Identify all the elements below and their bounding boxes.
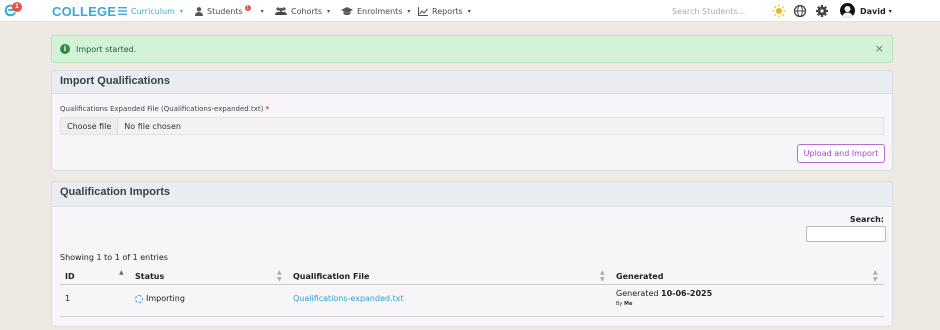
generated-prefix: Generated [616, 289, 659, 298]
required-mark: * [265, 105, 270, 113]
cell-id: 1 [65, 294, 71, 303]
gear-icon[interactable] [815, 4, 829, 18]
nav-students-label: Students [207, 6, 243, 16]
entries-info: Showing 1 to 1 of 1 entries [60, 253, 168, 262]
close-icon[interactable]: × [875, 43, 884, 55]
user-menu[interactable]: David ▾ [860, 0, 892, 22]
loading-spinner-icon [135, 294, 143, 303]
sun-icon[interactable] [772, 4, 786, 18]
qualification-file-link[interactable]: Qualifications-expanded.txt [293, 294, 404, 303]
generated-by-prefix: By [616, 301, 623, 307]
qualification-imports-card: Qualification Imports Search: Showing 1 … [51, 181, 893, 327]
nav-curriculum[interactable]: Curriculum ▾ [118, 0, 183, 22]
row-divider [60, 316, 884, 317]
nav-reports[interactable]: Reports ▾ [418, 0, 471, 22]
cell-status: Importing [135, 294, 185, 303]
logo-icon[interactable]: 1 [4, 2, 22, 18]
user-name: David [860, 6, 886, 16]
sort-icon: ▲ ▼ [873, 269, 878, 283]
chevron-down-icon: ▾ [888, 7, 892, 15]
chevron-down-icon: ▾ [467, 7, 471, 15]
file-name-text: No file chosen [124, 121, 181, 131]
graduation-cap-icon [341, 6, 353, 15]
choose-file-button[interactable]: Choose file [61, 118, 119, 134]
status-text: Importing [146, 294, 185, 303]
column-header-qualification-file[interactable]: Qualification File [293, 268, 369, 284]
info-icon: i [60, 44, 70, 54]
nav-curriculum-label: Curriculum [131, 6, 175, 16]
student-search-input[interactable] [672, 3, 760, 19]
file-input[interactable]: Choose file No file chosen [60, 117, 884, 135]
menu-icon [118, 7, 127, 15]
column-header-label: Qualification File [293, 271, 370, 281]
nav-cohorts[interactable]: Cohorts ▾ [275, 0, 330, 22]
sort-icon: ▲ ▼ [277, 269, 282, 283]
nav-enrolments-label: Enrolments [357, 6, 403, 16]
nav-cohorts-label: Cohorts [291, 6, 323, 16]
group-icon [275, 7, 287, 15]
nav-enrolments[interactable]: Enrolments ▾ [341, 0, 410, 22]
top-navbar: 1 COLLEGE Curriculum ▾ Students 1 ▾ Cohor… [0, 0, 940, 22]
file-field-label: Qualifications Expanded File (Qualificat… [60, 105, 269, 113]
file-field-label-text: Qualifications Expanded File (Qualificat… [60, 105, 264, 113]
header-divider [60, 284, 884, 285]
column-header-label: Generated [616, 271, 664, 281]
chevron-down-icon: ▾ [407, 7, 411, 15]
notification-badge: 1 [12, 2, 22, 12]
students-badge: 1 [244, 5, 251, 11]
column-header-status[interactable]: Status [135, 268, 164, 284]
user-icon [195, 6, 203, 16]
column-header-generated[interactable]: Generated [616, 268, 663, 284]
chart-icon [418, 6, 428, 16]
nav-students[interactable]: Students 1 ▾ [195, 0, 264, 22]
globe-icon[interactable] [793, 4, 807, 18]
brand-name[interactable]: COLLEGE [52, 4, 116, 19]
chevron-down-icon: ▾ [327, 7, 331, 15]
avatar[interactable] [840, 3, 855, 18]
import-qualifications-card: Import Qualifications Qualifications Exp… [51, 70, 893, 171]
column-header-label: ID [65, 271, 75, 281]
sort-asc-icon: ▲ [119, 269, 124, 276]
generated-date: 10-06-2025 [661, 289, 713, 298]
column-header-id[interactable]: ID [65, 268, 75, 284]
card-title: Qualification Imports [52, 182, 892, 207]
column-header-label: Status [135, 271, 165, 281]
success-alert: i Import started. × [51, 35, 893, 63]
nav-reports-label: Reports [432, 6, 463, 16]
chevron-down-icon: ▾ [179, 7, 183, 15]
cell-generated: Generated 10-06-2025 By Me [616, 289, 712, 309]
chevron-down-icon: ▾ [260, 7, 264, 15]
alert-message: Import started. [76, 44, 137, 54]
search-label: Search: [849, 215, 884, 224]
table-search-input[interactable] [806, 226, 886, 242]
sort-icon: ▲ ▼ [600, 269, 605, 283]
card-title: Import Qualifications [52, 71, 892, 94]
upload-and-import-button[interactable]: Upload and Import [797, 144, 885, 163]
generated-by-user: Me [623, 301, 633, 307]
